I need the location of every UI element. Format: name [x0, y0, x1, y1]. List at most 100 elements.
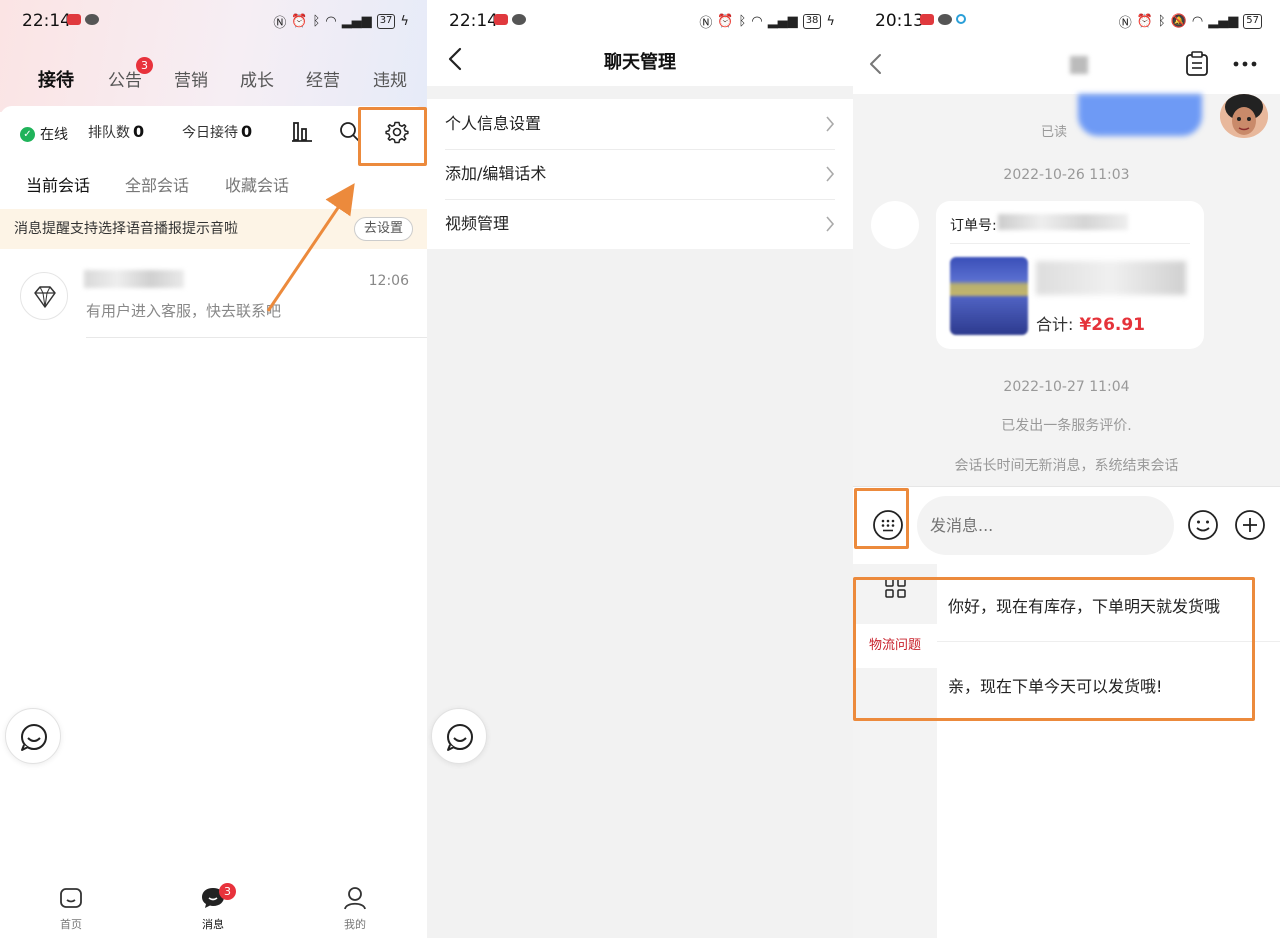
menu-label: 个人信息设置 [445, 114, 542, 133]
emoji-icon[interactable] [1187, 509, 1219, 541]
app-notification-icon [920, 14, 934, 25]
timestamp: 2022-10-27 11:04 [1003, 379, 1130, 395]
chat-smile-icon [447, 724, 473, 751]
avatar-portrait [1220, 94, 1268, 138]
chevron-right-icon [826, 216, 835, 232]
online-label: 在线 [40, 127, 68, 143]
product-name-blurred [1036, 261, 1186, 295]
nav-messages-label: 消息 [202, 918, 224, 931]
wifi-icon: ◠ [751, 14, 763, 29]
nav-profile[interactable]: 我的 [325, 886, 385, 932]
status-bar: 20:13 Ⓝ ⏰ ᛒ 🔕 ◠ ▂▄▆ 57 [853, 0, 1280, 42]
page-header: 22:14 Ⓝ ⏰ ᛒ ◠ ▂▄▆ 38 ϟ 聊天管理 [427, 0, 853, 86]
nfc-icon: Ⓝ [699, 16, 713, 31]
chat-smile-icon [21, 724, 47, 751]
messages-badge: 3 [219, 883, 236, 900]
signal-icon: ▂▄▆ [341, 14, 372, 29]
divider [86, 337, 427, 338]
battery-icon: 57 [1243, 14, 1262, 29]
go-settings-button[interactable]: 去设置 [353, 217, 413, 241]
status-time: 20:13 [875, 11, 924, 31]
bluetooth-icon: ᛒ [738, 14, 747, 29]
quick-replies-highlight-box [853, 577, 1255, 721]
online-status-toggle[interactable]: ✓ 在线 [20, 124, 68, 144]
stats-icon[interactable] [292, 121, 312, 143]
menu-video-management[interactable]: 视频管理 [427, 199, 853, 249]
battery-icon: 37 [376, 14, 396, 29]
reception-screen: 22:14 Ⓝ ⏰ ᛒ ◠ ▂▄▆ 37 ϟ 接待 公告 3 营销 成长 经营 … [0, 0, 427, 938]
chevron-right-icon [826, 166, 835, 182]
floating-chat-button[interactable] [431, 708, 487, 764]
product-thumbnail [950, 257, 1028, 335]
alarm-icon: ⏰ [291, 14, 308, 29]
diamond-icon [34, 286, 56, 308]
tab-marketing[interactable]: 营销 [174, 66, 208, 91]
nav-home-label: 首页 [60, 918, 82, 931]
plus-icon[interactable] [1234, 509, 1266, 541]
queue-label: 排队数 [88, 125, 130, 141]
wifi-icon: ◠ [325, 14, 337, 29]
own-message-bubble-blurred [1078, 94, 1202, 136]
check-icon: ✓ [20, 126, 35, 142]
tab-current-conversations[interactable]: 当前会话 [26, 172, 90, 196]
own-avatar [1220, 94, 1268, 138]
clipboard-icon[interactable] [1185, 51, 1209, 77]
alarm-icon: ⏰ [1136, 14, 1153, 29]
nav-home[interactable]: 首页 [41, 886, 101, 932]
notice-banner: 消息提醒支持选择语音播报提示音啦 去设置 [0, 209, 427, 249]
signal-icon: ▂▄▆ [1208, 14, 1239, 29]
sync-icon [956, 14, 966, 24]
today-label: 今日接待 [182, 125, 238, 141]
chat-screen: 20:13 Ⓝ ⏰ ᛒ 🔕 ◠ ▂▄▆ 57 已读 2022-10-26 11:… [853, 0, 1280, 938]
top-tabs: 接待 公告 3 营销 成长 经营 违规 [0, 57, 427, 92]
status-time: 22:14 [449, 11, 498, 31]
chat-header: 20:13 Ⓝ ⏰ ᛒ 🔕 ◠ ▂▄▆ 57 [853, 0, 1280, 94]
read-status: 已读 [1041, 125, 1068, 140]
today-value: 0 [241, 122, 253, 141]
order-number-blurred [998, 214, 1128, 230]
bluetooth-icon: ᛒ [312, 14, 321, 29]
today-reception: 今日接待 0 [182, 122, 252, 142]
customer-avatar [871, 201, 919, 249]
tab-growth[interactable]: 成长 [240, 66, 274, 91]
mute-icon: 🔕 [1170, 14, 1187, 29]
tab-favorite-conversations[interactable]: 收藏会话 [225, 172, 289, 196]
more-options-icon[interactable] [1232, 60, 1258, 68]
alarm-icon: ⏰ [717, 14, 734, 29]
home-icon [60, 888, 82, 908]
avatar [20, 272, 68, 320]
user-icon [344, 887, 366, 910]
wechat-icon [938, 14, 952, 25]
notification-icons [67, 14, 99, 25]
message-input-bar [853, 486, 1280, 564]
order-card[interactable]: 订单号: 合计: ¥26.91 [936, 201, 1204, 349]
notification-icons [494, 14, 526, 25]
order-total: 合计: ¥26.91 [1036, 311, 1145, 335]
app-notification-icon [67, 14, 81, 25]
tab-violation[interactable]: 违规 [373, 66, 407, 91]
wechat-icon [512, 14, 526, 25]
contact-name-blurred [1070, 56, 1088, 74]
system-icons: Ⓝ ⏰ ᛒ ◠ ▂▄▆ 37 ϟ [273, 12, 409, 31]
tab-all-conversations[interactable]: 全部会话 [125, 172, 189, 196]
status-bar: 22:14 Ⓝ ⏰ ᛒ ◠ ▂▄▆ 37 ϟ [0, 0, 427, 42]
tab-operation[interactable]: 经营 [306, 66, 340, 91]
system-message: 会话长时间无新消息，系统结束会话 [954, 458, 1179, 474]
system-message: 已发出一条服务评价. [1001, 418, 1132, 434]
charging-icon: ϟ [400, 14, 409, 29]
back-arrow-icon[interactable] [863, 50, 891, 78]
queue-count: 排队数 0 [88, 122, 144, 142]
nav-messages[interactable]: 3 消息 [183, 883, 243, 932]
menu-personal-info[interactable]: 个人信息设置 [427, 99, 853, 149]
settings-highlight-box [358, 107, 427, 166]
system-icons: Ⓝ ⏰ ᛒ ◠ ▂▄▆ 38 ϟ [699, 12, 835, 31]
bottom-navigation: 首页 3 消息 我的 [0, 880, 427, 938]
message-input[interactable] [917, 496, 1174, 555]
app-notification-icon [494, 14, 508, 25]
status-time: 22:14 [22, 11, 71, 31]
tab-reception[interactable]: 接待 [38, 66, 74, 92]
order-total-value: ¥26.91 [1079, 315, 1146, 335]
menu-edit-scripts[interactable]: 添加/编辑话术 [427, 149, 853, 199]
charging-icon: ϟ [826, 14, 835, 29]
floating-chat-button[interactable] [5, 708, 61, 764]
